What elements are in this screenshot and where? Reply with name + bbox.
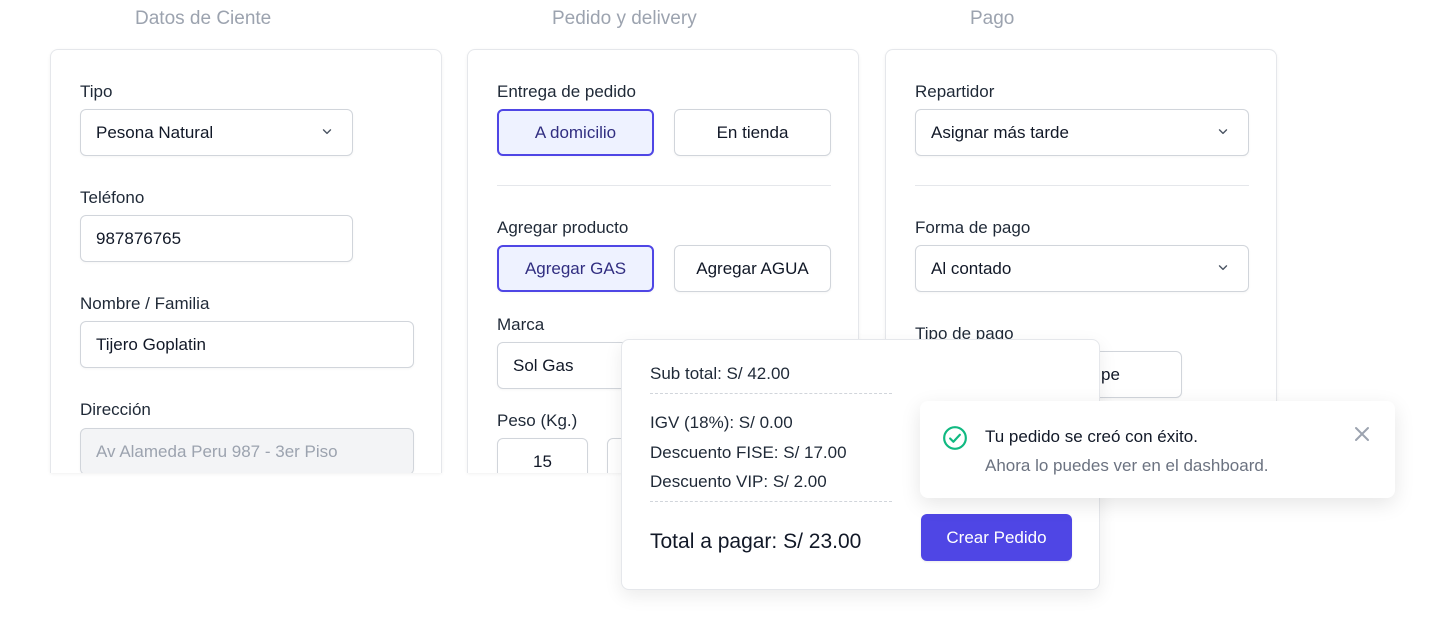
customer-card: Tipo Pesona Natural Teléfono 987876765 N… bbox=[50, 49, 442, 473]
subtotal-text: Sub total: S/ 42.00 bbox=[650, 364, 790, 383]
check-circle-icon bbox=[943, 426, 967, 450]
marca-value: Sol Gas bbox=[513, 355, 574, 375]
column-title-pedido: Pedido y delivery bbox=[552, 8, 697, 29]
close-icon[interactable] bbox=[1352, 424, 1372, 444]
chevron-down-icon bbox=[1218, 129, 1228, 135]
tipo-pago-option-label: pe bbox=[1101, 364, 1120, 384]
summary-divider bbox=[650, 501, 892, 502]
column-title-cliente: Datos de Ciente bbox=[135, 8, 272, 29]
nombre-input[interactable]: Tijero Goplatin bbox=[80, 321, 414, 368]
summary-divider bbox=[650, 393, 892, 394]
tipo-select-value: Pesona Natural bbox=[96, 122, 214, 142]
forma-pago-select[interactable]: Al contado bbox=[915, 245, 1249, 292]
success-toast: Tu pedido se creó con éxito. Ahora lo pu… bbox=[920, 401, 1395, 498]
toast-message: Ahora lo puedes ver en el dashboard. bbox=[985, 456, 1269, 475]
section-divider bbox=[915, 185, 1249, 186]
repartidor-select[interactable]: Asignar más tarde bbox=[915, 109, 1249, 156]
direccion-input[interactable]: Av Alameda Peru 987 - 3er Piso bbox=[80, 428, 414, 473]
marca-label: Marca bbox=[497, 315, 545, 334]
direccion-label: Dirección bbox=[80, 400, 151, 419]
telefono-value: 987876765 bbox=[96, 228, 182, 248]
tipo-select[interactable]: Pesona Natural bbox=[80, 109, 353, 156]
entrega-label: Entrega de pedido bbox=[497, 82, 636, 101]
column-title-pago: Pago bbox=[970, 8, 1015, 29]
entrega-domicilio-button[interactable]: A domicilio bbox=[497, 109, 654, 156]
peso-value: 15 bbox=[533, 451, 552, 471]
peso-input[interactable]: 15 bbox=[497, 438, 588, 473]
fise-discount-text: Descuento FISE: S/ 17.00 bbox=[650, 443, 847, 462]
direccion-placeholder: Av Alameda Peru 987 - 3er Piso bbox=[96, 441, 338, 461]
tipo-label: Tipo bbox=[80, 82, 113, 101]
repartidor-value: Asignar más tarde bbox=[931, 122, 1069, 142]
entrega-tienda-button[interactable]: En tienda bbox=[674, 109, 831, 156]
peso-label: Peso (Kg.) bbox=[497, 411, 578, 430]
repartidor-label: Repartidor bbox=[915, 82, 995, 101]
nombre-label: Nombre / Familia bbox=[80, 294, 210, 313]
telefono-label: Teléfono bbox=[80, 188, 145, 207]
section-divider bbox=[497, 185, 831, 186]
create-order-button[interactable]: Crear Pedido bbox=[921, 514, 1072, 561]
total-text: Total a pagar: S/ 23.00 bbox=[650, 530, 862, 553]
agregar-gas-button[interactable]: Agregar GAS bbox=[497, 245, 654, 292]
forma-pago-label: Forma de pago bbox=[915, 218, 1031, 237]
producto-label: Agregar producto bbox=[497, 218, 629, 237]
igv-text: IGV (18%): S/ 0.00 bbox=[650, 413, 793, 432]
forma-pago-value: Al contado bbox=[931, 258, 1012, 278]
chevron-down-icon bbox=[1218, 265, 1228, 271]
chevron-down-icon bbox=[322, 129, 332, 135]
telefono-input[interactable]: 987876765 bbox=[80, 215, 353, 262]
toast-title: Tu pedido se creó con éxito. bbox=[985, 427, 1198, 446]
nombre-value: Tijero Goplatin bbox=[96, 334, 206, 354]
vip-discount-text: Descuento VIP: S/ 2.00 bbox=[650, 472, 827, 491]
agregar-agua-button[interactable]: Agregar AGUA bbox=[674, 245, 831, 292]
